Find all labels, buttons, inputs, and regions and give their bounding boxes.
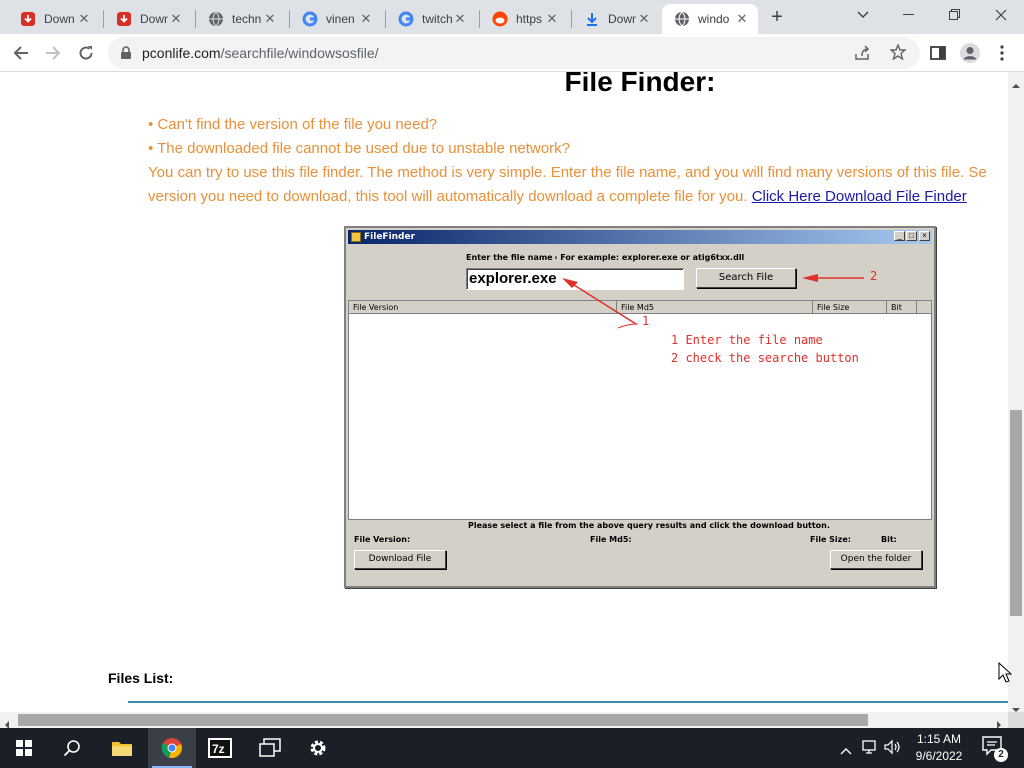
notification-count-badge: 2 [994, 748, 1008, 762]
7zip-icon[interactable]: 7z [196, 728, 244, 768]
side-panel-icon[interactable] [926, 41, 950, 65]
scrollbar-corner [1008, 712, 1024, 728]
chrome-icon[interactable] [148, 728, 196, 768]
bullet-2: • The downloaded file cannot be used due… [148, 140, 570, 157]
page-content: File Finder: • Can't find the version of… [0, 72, 1008, 712]
scroll-up-arrow-icon[interactable] [1012, 76, 1020, 94]
tab-title: Down [608, 12, 636, 26]
close-tab-icon[interactable]: ✕ [262, 11, 278, 27]
page-heading: File Finder: [564, 72, 716, 97]
notification-center-icon[interactable]: 2 [982, 736, 1010, 762]
show-hidden-icons-chevron-icon[interactable] [840, 742, 852, 760]
vertical-scrollbar[interactable] [1008, 72, 1024, 712]
tab-7[interactable]: Down ✕ [572, 4, 660, 34]
mouse-cursor-icon [998, 661, 1013, 689]
new-tab-button[interactable]: + [766, 6, 788, 28]
start-icon[interactable] [0, 728, 48, 768]
paragraph-line-2: version you need to download, this tool … [148, 188, 967, 205]
tab-6[interactable]: https ✕ [480, 4, 568, 34]
minimize-button[interactable] [886, 0, 932, 30]
download-file-finder-link[interactable]: Click Here Download File Finder [752, 188, 967, 205]
reddit-icon [492, 11, 508, 27]
tab-1[interactable]: Down ✕ [8, 4, 100, 34]
files-list-label: Files List: [108, 670, 174, 686]
reload-icon[interactable] [74, 41, 98, 65]
address-bar[interactable]: pconlife.com/searchfile/windowsosfile/ [108, 37, 920, 69]
url-text: pconlife.com/searchfile/windowsosfile/ [142, 45, 379, 61]
close-tab-icon[interactable]: ✕ [636, 11, 652, 27]
google-icon [302, 11, 318, 27]
vertical-scroll-thumb[interactable] [1010, 410, 1022, 616]
menu-kebab-icon[interactable] [990, 41, 1014, 65]
clock-date: 9/6/2022 [915, 749, 963, 763]
close-tab-icon[interactable]: ✕ [452, 11, 468, 27]
search-icon[interactable] [48, 728, 96, 768]
filefinder-window-image: FileFinder _ □ × Enter the file name › F… [344, 226, 936, 588]
download-blue-icon [584, 11, 600, 27]
browser-toolbar: pconlife.com/searchfile/windowsosfile/ [0, 34, 1024, 72]
download-red-icon [116, 11, 132, 27]
tab-title: windo [698, 12, 730, 26]
tab-3[interactable]: techn ✕ [196, 4, 286, 34]
profile-avatar-icon[interactable] [958, 41, 982, 65]
close-tab-icon[interactable]: ✕ [544, 11, 560, 27]
close-window-button[interactable] [978, 0, 1024, 30]
close-tab-icon[interactable]: ✕ [76, 11, 92, 27]
horizontal-scroll-thumb[interactable] [18, 714, 868, 726]
paragraph-line-1: You can try to use this file finder. The… [148, 164, 987, 181]
tab-title: Down [44, 12, 75, 26]
globe-icon [674, 11, 690, 27]
bullet-1: • Can't find the version of the file you… [148, 116, 438, 133]
horizontal-scrollbar[interactable] [0, 712, 1008, 729]
tab-title: vinen [326, 12, 355, 26]
annotation-number-1: 1 [642, 314, 650, 328]
tab-title: https [516, 12, 543, 26]
network-icon[interactable] [862, 739, 880, 760]
share-icon[interactable] [854, 45, 870, 66]
globe-icon [208, 11, 224, 27]
system-clock[interactable]: 1:15 AM 9/6/2022 [906, 731, 972, 765]
tab-4[interactable]: vinen ✕ [290, 4, 382, 34]
tab-5[interactable]: twitch ✕ [386, 4, 476, 34]
tab-title: twitch [422, 12, 452, 26]
windows-taskbar: 7z 1:15 AM 9/6/2022 2 [0, 728, 1024, 768]
tab-search-chevron-icon[interactable] [840, 0, 886, 30]
restore-button[interactable] [932, 0, 978, 30]
task-view-icon[interactable] [246, 728, 294, 768]
file-explorer-icon[interactable] [98, 728, 146, 768]
clock-time: 1:15 AM [916, 732, 962, 746]
google-icon [398, 11, 414, 27]
tab-strip: Down ✕ Down ✕ techn ✕ vinen ✕ twitch ✕ h… [0, 0, 1024, 34]
tab-2[interactable]: Down ✕ [104, 4, 192, 34]
back-arrow-icon[interactable] [9, 41, 33, 65]
tab-title: techn [232, 12, 262, 26]
bookmark-star-icon[interactable] [889, 43, 907, 65]
volume-icon[interactable] [884, 739, 902, 760]
forward-arrow-icon[interactable] [41, 41, 65, 65]
close-tab-icon[interactable]: ✕ [734, 11, 750, 27]
close-tab-icon[interactable]: ✕ [168, 11, 184, 27]
svg-text:7z: 7z [212, 742, 225, 756]
lock-icon[interactable] [120, 46, 132, 65]
tab-8-active[interactable]: windo ✕ [662, 4, 758, 34]
annotation-arrows [562, 274, 864, 329]
settings-icon[interactable] [294, 728, 342, 768]
tab-title: Down [140, 12, 168, 26]
annotation-number-2: 2 [870, 269, 878, 283]
close-tab-icon[interactable]: ✕ [358, 11, 374, 27]
download-red-icon [20, 11, 36, 27]
files-list-divider [128, 701, 1008, 703]
